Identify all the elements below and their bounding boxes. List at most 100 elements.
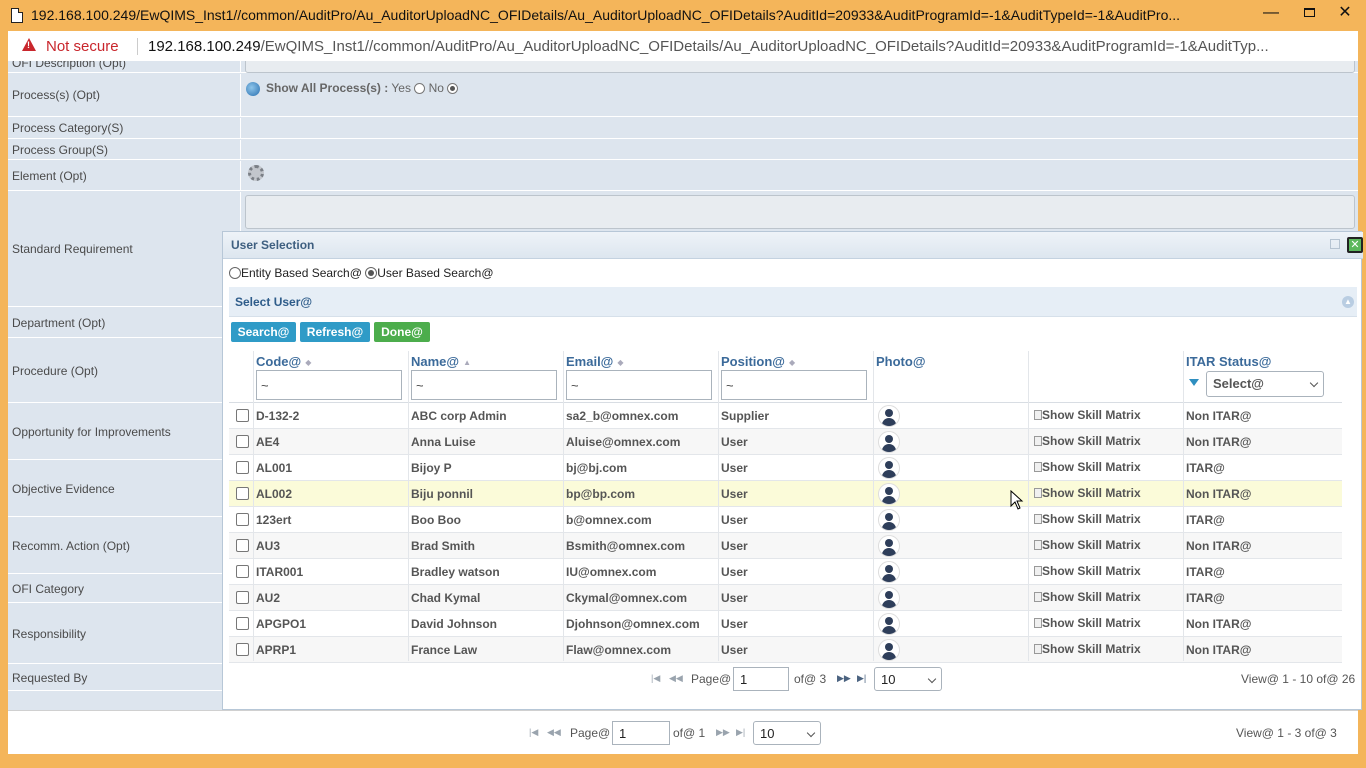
table-row[interactable]: AU3 Brad Smith Bsmith@omnex.com User Show Sk… bbox=[229, 533, 1342, 559]
show-skill-matrix-link[interactable]: Show Skill Matrix bbox=[1034, 486, 1141, 500]
first-page-icon[interactable]: |◀ bbox=[529, 727, 538, 738]
entity-search-label[interactable]: Entity Based Search@ bbox=[241, 266, 362, 280]
first-page-icon[interactable]: |◀ bbox=[651, 673, 660, 684]
maximize-button[interactable] bbox=[1294, 2, 1324, 24]
show-skill-matrix-link[interactable]: Show Skill Matrix bbox=[1034, 512, 1141, 526]
no-radio[interactable] bbox=[447, 83, 459, 95]
standard-requirement-input[interactable] bbox=[245, 195, 1355, 229]
user-avatar-icon[interactable] bbox=[878, 483, 900, 505]
collapse-icon[interactable]: ▲ bbox=[1342, 296, 1354, 308]
entity-search-radio[interactable] bbox=[229, 267, 241, 279]
gear-icon[interactable] bbox=[248, 165, 264, 181]
row-checkbox[interactable] bbox=[236, 487, 249, 500]
page-number-input[interactable] bbox=[612, 721, 670, 745]
table-row[interactable]: AU2 Chad Kymal Ckymal@omnex.com User Show Sk… bbox=[229, 585, 1342, 611]
table-row[interactable]: AE4 Anna Luise Aluise@omnex.com User Show Sk… bbox=[229, 429, 1342, 455]
column-divider bbox=[253, 351, 254, 661]
show-skill-matrix-link[interactable]: Show Skill Matrix bbox=[1034, 642, 1141, 656]
table-row[interactable]: 123ert Boo Boo b@omnex.com User Show Skill M… bbox=[229, 507, 1342, 533]
refresh-button[interactable]: Refresh@ bbox=[300, 322, 370, 342]
col-email[interactable]: Email@ ◆ bbox=[566, 354, 624, 369]
table-row[interactable]: APGPO1 David Johnson Djohnson@omnex.com Use… bbox=[229, 611, 1342, 637]
rows-per-page-select[interactable]: 10 bbox=[874, 667, 942, 691]
email-filter-input[interactable] bbox=[566, 370, 712, 400]
done-button[interactable]: Done@ bbox=[374, 322, 430, 342]
cell-name: David Johnson bbox=[411, 617, 498, 631]
cell-email: b@omnex.com bbox=[566, 513, 652, 527]
grid-pager: |◀ ◀◀ Page@ of@ 3 ▶▶ ▶| 10 View@ 1 - 10 … bbox=[223, 667, 1363, 693]
user-avatar-icon[interactable] bbox=[878, 457, 900, 479]
user-avatar-icon[interactable] bbox=[878, 405, 900, 427]
row-checkbox[interactable] bbox=[236, 539, 249, 552]
popout-icon[interactable] bbox=[1330, 239, 1340, 249]
last-page-icon[interactable]: ▶| bbox=[857, 673, 866, 684]
cell-code: APRP1 bbox=[256, 643, 297, 657]
user-avatar-icon[interactable] bbox=[878, 587, 900, 609]
table-row[interactable]: D-132-2 ABC corp Admin sa2_b@omnex.com Supp… bbox=[229, 403, 1342, 429]
row-checkbox[interactable] bbox=[236, 565, 249, 578]
process-tree-icon[interactable] bbox=[246, 81, 260, 96]
skill-link-label: Show Skill Matrix bbox=[1042, 460, 1141, 474]
last-page-icon[interactable]: ▶| bbox=[736, 727, 745, 738]
row-checkbox[interactable] bbox=[236, 643, 249, 656]
row-ofi-description: OFI Description (Opt) bbox=[8, 61, 1358, 73]
next-page-icon[interactable]: ▶▶ bbox=[716, 727, 730, 738]
skill-link-label: Show Skill Matrix bbox=[1042, 434, 1141, 448]
rows-per-page-select[interactable]: 10 bbox=[753, 721, 821, 745]
url-text[interactable]: 192.168.100.249/EwQIMS_Inst1//common/Aud… bbox=[148, 38, 1348, 55]
address-bar[interactable]: Not secure 192.168.100.249/EwQIMS_Inst1/… bbox=[8, 31, 1358, 61]
cell-name: Chad Kymal bbox=[411, 591, 481, 605]
user-search-label[interactable]: User Based Search@ bbox=[377, 266, 493, 280]
row-checkbox[interactable] bbox=[236, 513, 249, 526]
close-window-button[interactable]: ✕ bbox=[1330, 2, 1360, 24]
row-checkbox[interactable] bbox=[236, 461, 249, 474]
yes-radio[interactable] bbox=[414, 83, 426, 95]
show-skill-matrix-link[interactable]: Show Skill Matrix bbox=[1034, 434, 1141, 448]
row-checkbox[interactable] bbox=[236, 435, 249, 448]
view-count: View@ 1 - 10 of@ 26 bbox=[1241, 672, 1356, 686]
row-checkbox[interactable] bbox=[236, 409, 249, 422]
itar-status-select[interactable]: Select@ bbox=[1206, 371, 1324, 397]
show-skill-matrix-link[interactable]: Show Skill Matrix bbox=[1034, 538, 1141, 552]
page-pager: |◀ ◀◀ Page@ of@ 1 ▶▶ ▶| 10 View@ 1 - 3 o… bbox=[8, 721, 1358, 747]
table-row[interactable]: AL002 Biju ponnil bp@bp.com User Show Skill … bbox=[229, 481, 1342, 507]
col-position[interactable]: Position@ ◆ bbox=[721, 354, 795, 369]
show-skill-matrix-link[interactable]: Show Skill Matrix bbox=[1034, 408, 1141, 422]
ofi-description-input[interactable] bbox=[245, 61, 1355, 73]
value-processes: Show All Process(s) : Yes No bbox=[242, 74, 1358, 116]
user-avatar-icon[interactable] bbox=[878, 535, 900, 557]
filter-icon[interactable] bbox=[1189, 379, 1199, 386]
code-filter-input[interactable] bbox=[256, 370, 402, 400]
show-skill-matrix-link[interactable]: Show Skill Matrix bbox=[1034, 590, 1141, 604]
show-skill-matrix-link[interactable]: Show Skill Matrix bbox=[1034, 616, 1141, 630]
show-skill-matrix-link[interactable]: Show Skill Matrix bbox=[1034, 564, 1141, 578]
page-number-input[interactable] bbox=[733, 667, 789, 691]
broken-image-icon bbox=[1034, 618, 1042, 628]
search-button[interactable]: Search@ bbox=[231, 322, 296, 342]
next-page-icon[interactable]: ▶▶ bbox=[837, 673, 851, 684]
user-avatar-icon[interactable] bbox=[878, 639, 900, 661]
row-checkbox[interactable] bbox=[236, 617, 249, 630]
table-row[interactable]: ITAR001 Bradley watson IU@omnex.com User Sho… bbox=[229, 559, 1342, 585]
prev-page-icon[interactable]: ◀◀ bbox=[547, 727, 561, 738]
prev-page-icon[interactable]: ◀◀ bbox=[669, 673, 683, 684]
col-itar-status[interactable]: ITAR Status@ bbox=[1186, 354, 1271, 369]
row-checkbox[interactable] bbox=[236, 591, 249, 604]
not-secure-label[interactable]: Not secure bbox=[46, 38, 119, 55]
label-process-group: Process Group(S) bbox=[8, 140, 241, 159]
dialog-header[interactable]: User Selection ✕ bbox=[223, 232, 1363, 259]
user-avatar-icon[interactable] bbox=[878, 613, 900, 635]
position-filter-input[interactable] bbox=[721, 370, 867, 400]
name-filter-input[interactable] bbox=[411, 370, 557, 400]
table-row[interactable]: AL001 Bijoy P bj@bj.com User Show Skill Matr… bbox=[229, 455, 1342, 481]
user-avatar-icon[interactable] bbox=[878, 509, 900, 531]
minimize-button[interactable]: — bbox=[1256, 2, 1286, 24]
col-name[interactable]: Name@ ▲ bbox=[411, 354, 471, 369]
show-skill-matrix-link[interactable]: Show Skill Matrix bbox=[1034, 460, 1141, 474]
user-avatar-icon[interactable] bbox=[878, 561, 900, 583]
user-search-radio[interactable] bbox=[365, 267, 378, 279]
dialog-close-button[interactable]: ✕ bbox=[1347, 237, 1363, 253]
col-code[interactable]: Code@ ◆ bbox=[256, 354, 311, 369]
user-avatar-icon[interactable] bbox=[878, 431, 900, 453]
table-row[interactable]: APRP1 France Law Flaw@omnex.com User Show Sk… bbox=[229, 637, 1342, 663]
